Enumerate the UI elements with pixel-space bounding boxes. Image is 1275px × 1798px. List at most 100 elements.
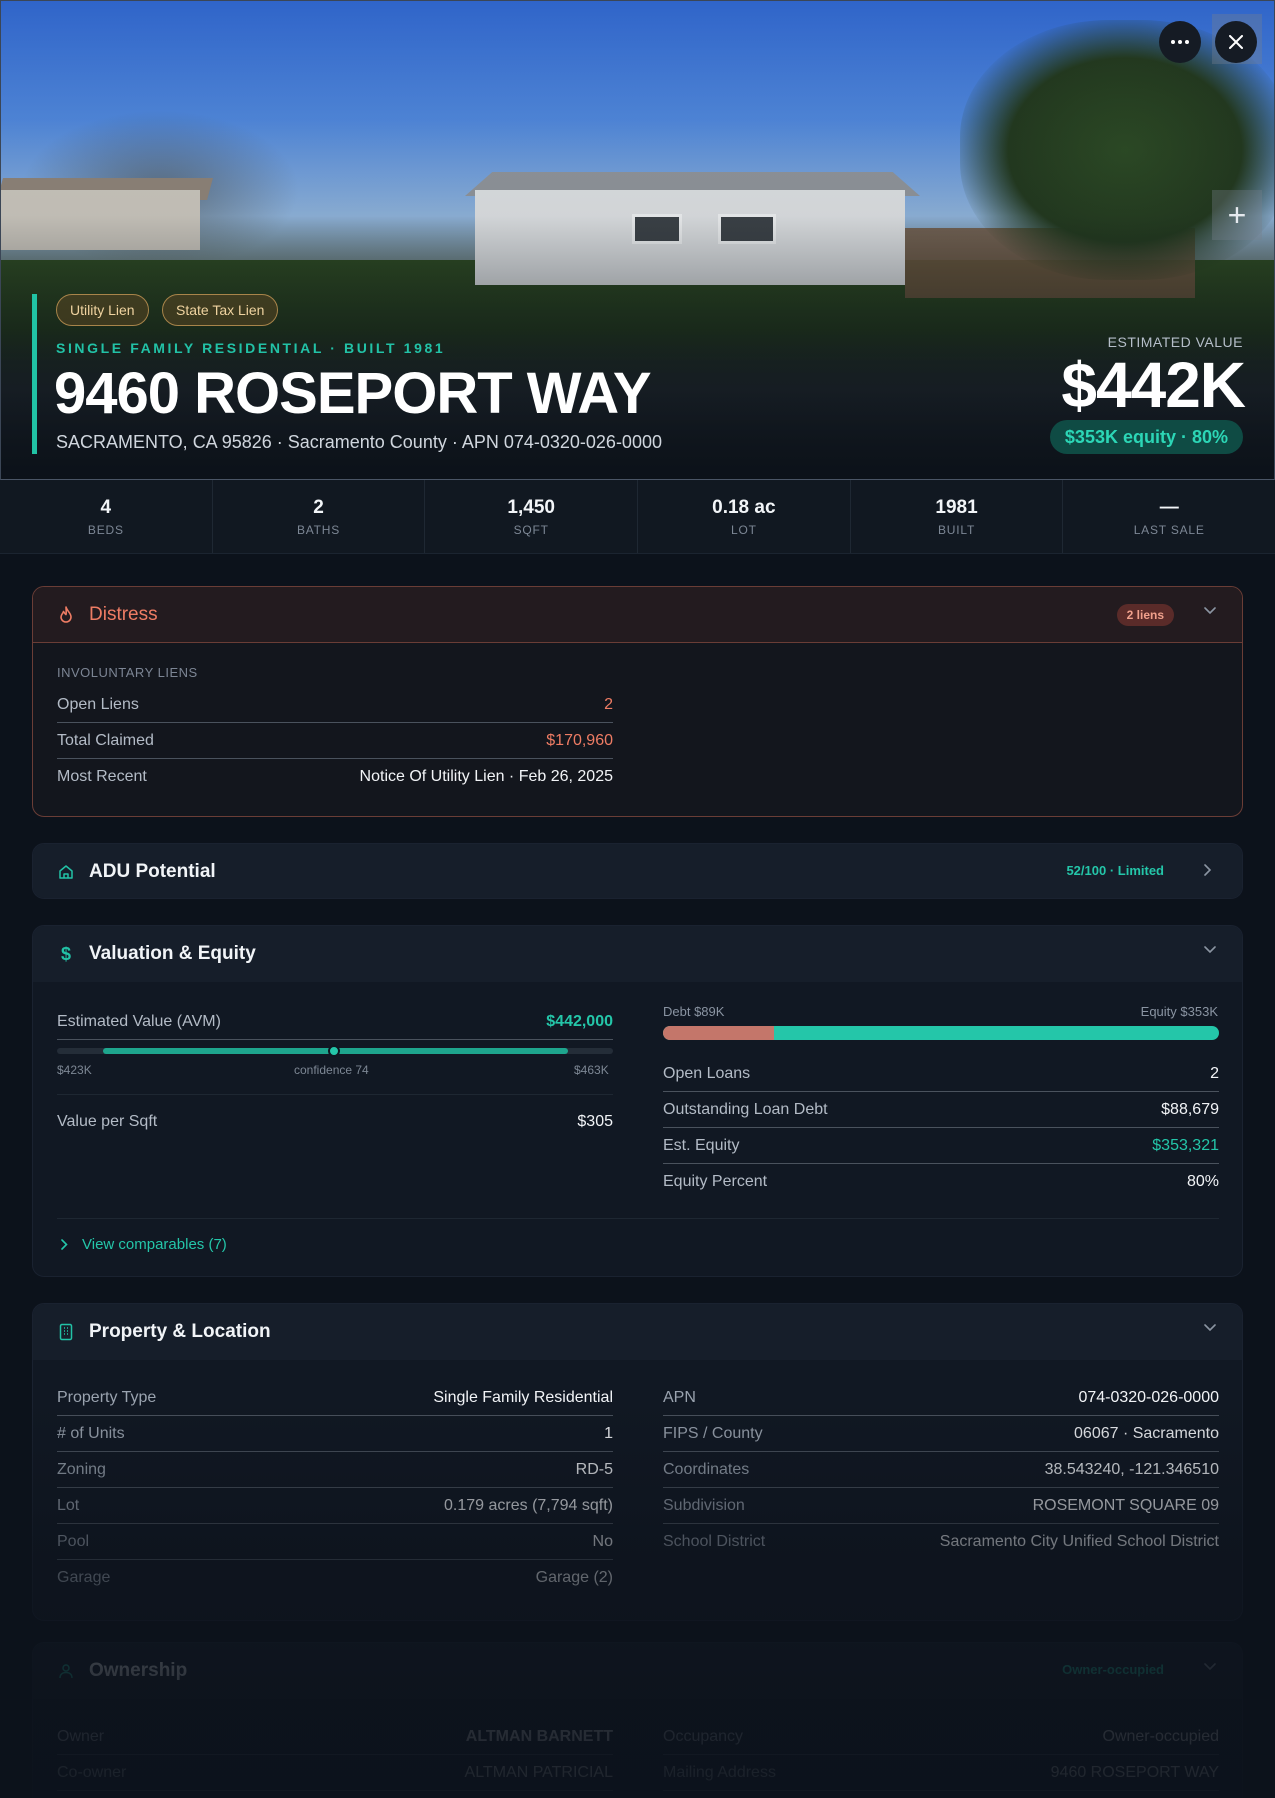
tag-state-tax-lien: State Tax Lien <box>162 294 279 326</box>
valuation-header[interactable]: $ Valuation & Equity <box>33 926 1242 982</box>
kv-label: Value per Sqft <box>57 1113 158 1130</box>
kv-label: Subdivision <box>663 1496 745 1514</box>
chevron-down-icon[interactable] <box>1204 1324 1216 1336</box>
chevron-down-icon[interactable] <box>1204 946 1216 958</box>
chevron-down-icon[interactable] <box>1204 607 1216 619</box>
property-title: Property & Location <box>89 1321 271 1342</box>
distress-title: Distress <box>89 603 158 625</box>
kv-label: School District <box>663 1533 766 1550</box>
kv-value: ALTMAN PATRICIAL <box>464 1763 613 1781</box>
building-icon <box>57 1323 75 1341</box>
adu-header[interactable]: ADU Potential 52/100 · Limited <box>33 844 1242 898</box>
kv-label: Estimated Value (AVM) <box>57 1012 221 1030</box>
kv-label: Equity Percent <box>663 1173 768 1190</box>
flame-icon <box>57 605 75 624</box>
kv-row: Coordinates 38.543240, -121.346510 <box>663 1452 1219 1488</box>
more-options-button[interactable] <box>1159 21 1201 63</box>
kv-row: Total Claimed $170,960 <box>57 723 613 759</box>
address-subtitle: SACRAMENTO, CA 95826 · Sacramento County… <box>56 432 662 452</box>
kv-label: Owner <box>57 1727 105 1745</box>
kv-label: Outstanding Loan Debt <box>663 1100 828 1118</box>
stat-sqft: 1,450 SQFT <box>425 480 639 553</box>
kv-label: Co-owner <box>57 1763 127 1781</box>
kv-value: ROSEMONT SQUARE 09 <box>1032 1496 1219 1514</box>
avm-range-track <box>57 1045 613 1057</box>
kv-value: Single Family Residential <box>433 1388 613 1406</box>
kv-label: APN <box>663 1388 696 1406</box>
adu-title: ADU Potential <box>89 861 216 882</box>
more-icon <box>1171 40 1189 44</box>
kv-label: Pool <box>57 1532 90 1550</box>
kv-value: 9460 ROSEPORT WAY <box>1050 1763 1219 1781</box>
kv-label: Most Recent <box>57 768 147 785</box>
kv-row: Mailing Address 9460 ROSEPORT WAY <box>663 1755 1219 1791</box>
kv-label: Est. Equity <box>663 1136 740 1154</box>
kv-label: # of Units <box>57 1424 125 1442</box>
ownership-title: Ownership <box>89 1660 188 1681</box>
kv-row: Occupancy Owner-occupied <box>663 1719 1219 1755</box>
stat-beds: 4 BEDS <box>0 480 213 553</box>
debt-equity-bar <box>663 1026 1219 1040</box>
stat-value: 4 <box>100 496 112 518</box>
estimated-value: $442K <box>1061 349 1246 421</box>
chevron-down-icon[interactable] <box>1204 1663 1216 1675</box>
stat-value: 1,450 <box>507 496 555 518</box>
kv-value: Sacramento City Unified School District <box>939 1533 1219 1550</box>
range-low: $423K <box>57 1063 92 1077</box>
kv-label: Open Loans <box>663 1064 751 1082</box>
stat-label: LAST SALE <box>1133 522 1205 537</box>
stats-bar: 4 BEDS 2 BATHS 1,450 SQFT 0.18 ac LOT 1981 BU… <box>0 480 1275 554</box>
kv-row: Lot 0.179 acres (7,794 sqft) <box>57 1488 613 1524</box>
close-button[interactable] <box>1215 21 1257 63</box>
kv-label: Occupancy <box>663 1727 744 1745</box>
kv-value: 06067 · Sacramento <box>1074 1424 1219 1442</box>
adu-card[interactable]: ADU Potential 52/100 · Limited <box>32 843 1243 899</box>
kv-value: $442,000 <box>546 1012 613 1030</box>
stat-lot: 0.18 ac LOT <box>638 480 851 553</box>
kv-value: 1 <box>604 1424 613 1442</box>
stat-last-sale: — LAST SALE <box>1063 480 1275 553</box>
kv-row: Equity Percent 80% <box>663 1164 1219 1200</box>
kv-row: School District Sacramento City Unified S… <box>663 1524 1219 1560</box>
kv-row: Pool No <box>57 1524 613 1560</box>
kv-row: Co-owner ALTMAN PATRICIAL <box>57 1755 613 1791</box>
kv-value: $305 <box>577 1113 613 1130</box>
kv-row: APN 074-0320-026-0000 <box>663 1380 1219 1416</box>
debt-segment <box>663 1026 775 1040</box>
view-comparables-link[interactable]: View comparables (7) <box>61 1236 227 1253</box>
kv-label: Total Claimed <box>57 731 154 749</box>
property-header[interactable]: Property & Location <box>33 1304 1242 1360</box>
zoom-in-button[interactable]: + <box>1212 190 1262 240</box>
kv-label: Coordinates <box>663 1460 750 1478</box>
kv-row: # of Units 1 <box>57 1416 613 1452</box>
kv-row: Property Type Single Family Residential <box>57 1380 613 1416</box>
liens-badge: 2 liens <box>1116 604 1174 626</box>
stat-label: BUILT <box>937 522 976 537</box>
stat-value: — <box>1159 496 1179 518</box>
kv-value: 2 <box>1210 1064 1219 1082</box>
equity-label: Equity $353K <box>1140 1004 1218 1019</box>
valuation-card: $ Valuation & Equity Estimated Value (AV… <box>32 925 1243 1277</box>
kv-value: No <box>592 1532 613 1550</box>
chevron-right-icon[interactable] <box>1204 864 1216 876</box>
kv-row: Subdivision ROSEMONT SQUARE 09 <box>663 1488 1219 1524</box>
avm-range-marker <box>328 1045 340 1057</box>
equity-pill: $353K equity · 80% <box>1049 420 1243 454</box>
distress-card: Distress 2 liens INVOLUNTARY LIENS Open … <box>32 586 1243 817</box>
range-high: $463K <box>574 1063 609 1077</box>
kv-value: 2 <box>604 695 613 713</box>
stat-value: 1981 <box>935 496 978 518</box>
kv-value: 0.179 acres (7,794 sqft) <box>444 1496 613 1514</box>
ownership-header[interactable]: Ownership Owner-occupied <box>33 1643 1242 1699</box>
home-icon <box>57 863 75 881</box>
stat-baths: 2 BATHS <box>213 480 426 553</box>
kv-value: $353,321 <box>1152 1136 1219 1154</box>
valuation-title: Valuation & Equity <box>89 943 256 964</box>
kv-value: Notice Of Utility Lien · Feb 26, 2025 <box>359 768 613 785</box>
kv-label: Open Liens <box>57 695 139 713</box>
stat-value: 0.18 ac <box>712 496 776 518</box>
distress-header[interactable]: Distress 2 liens <box>33 587 1242 643</box>
kv-value: ALTMAN BARNETT <box>465 1727 613 1745</box>
stat-label: SQFT <box>513 522 549 537</box>
kv-row: Zoning RD-5 <box>57 1452 613 1488</box>
